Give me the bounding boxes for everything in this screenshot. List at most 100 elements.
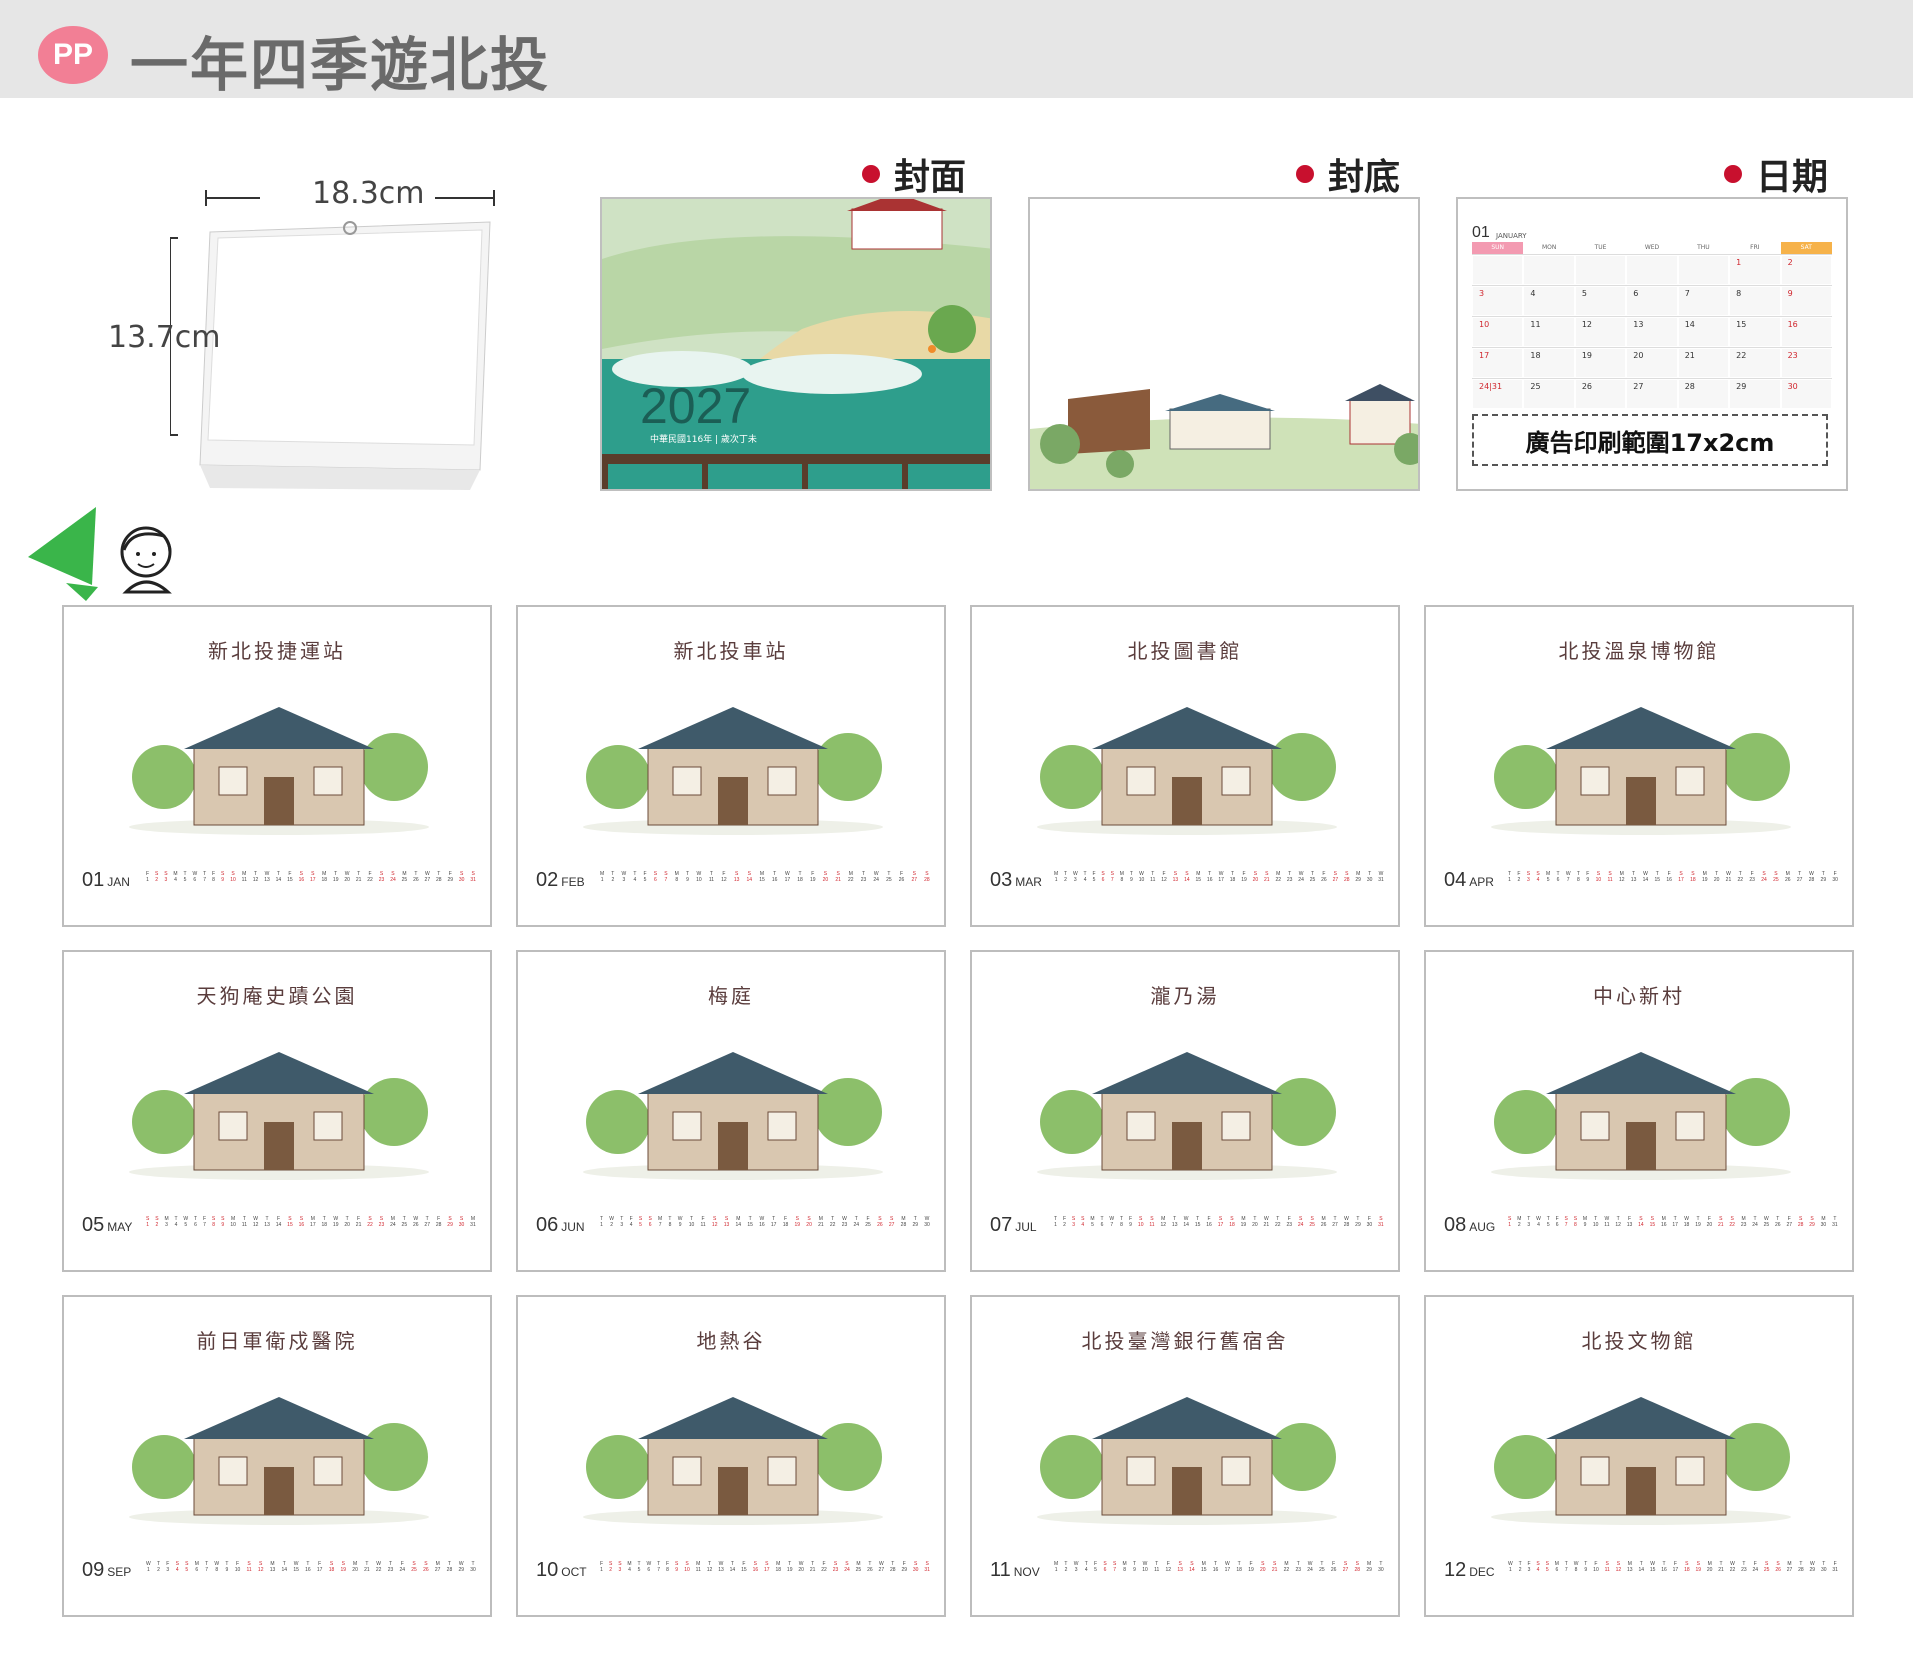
day-cell: F5 xyxy=(643,871,647,883)
day-cell: T 20 xyxy=(1252,1216,1258,1228)
month-landmark-title: 前日軍衛戍醫院 xyxy=(196,1329,358,1353)
month-card: 北投溫泉博物館 04 APR T 1 F 2 S 3 S 4 M 5 T 6 W 7 T 8 F 9 S 10 S 11 M 12 T… xyxy=(1424,605,1854,927)
day-cell: T 10 xyxy=(688,1216,695,1228)
day-cell: S 10 xyxy=(230,871,236,883)
day-cell: S 10 xyxy=(1137,1216,1144,1228)
building-illustration xyxy=(129,707,429,835)
day-cell: W 23 xyxy=(841,1216,848,1228)
day-cell: M 31 xyxy=(470,1216,476,1228)
day-cell: S9 xyxy=(220,871,225,883)
day-cell: S 25 xyxy=(1763,1561,1770,1573)
day-cell: T 23 xyxy=(860,871,867,883)
day-cell: W 12 xyxy=(252,1216,259,1228)
month-card: 前日軍衛戍醫院 09 SEP W 1 T 2 F 3 S 4 S 5 M 6 T 7 W 8 T 9 F 10 S 11 S 12 M… xyxy=(62,1295,492,1617)
day-cell: M 13 xyxy=(1627,1561,1633,1573)
day-cell: W 10 xyxy=(1138,871,1145,883)
cover-preview: 2027 中華民國116年 | 歲次丁未 xyxy=(600,197,992,491)
day-cell: T 21 xyxy=(809,1561,816,1573)
day-cell: S 26 xyxy=(423,1561,429,1573)
day-cell: W1 xyxy=(146,1561,151,1573)
month-number: 09 SEP xyxy=(82,1559,132,1581)
day-cell: S 29 xyxy=(1809,1216,1815,1228)
calendar-stand-illustration xyxy=(162,190,495,490)
month-day-strip: W 1 T 2 F 3 S 4 S 5 M 6 T 7 W 8 T 9 F 10 S 11 S 12 M 13 T 14 W 15 T 16 F… xyxy=(146,1561,476,1579)
weekday-wed: WED xyxy=(1644,244,1660,251)
day-cell: F 12 xyxy=(1165,1561,1172,1573)
day-cell: W 27 xyxy=(878,1561,885,1573)
day-cell: F4 xyxy=(629,1216,633,1228)
day-cell: T 14 xyxy=(281,1561,288,1573)
day-cell: M 24 xyxy=(390,1216,396,1228)
day-cell: M 12 xyxy=(1160,1216,1167,1228)
day-cell: W 14 xyxy=(1183,1216,1189,1228)
month-landmark-title: 北投溫泉博物館 xyxy=(1558,639,1720,663)
green-triangle-shape xyxy=(28,507,98,601)
month-card: 瀧乃湯 07 JUL T 1 F 2 S 3 S 4 M 5 T 6 W 7 T 8 F 9 S 10 S 11 M 12 T 13 W 1… xyxy=(970,950,1400,1272)
month-number: 12 DEC xyxy=(1444,1559,1495,1581)
month-day-strip: W 1 T 2 F 3 S 4 S 5 M 6 T 7 W 8 T 9 F 10 S 11 S 12 M 13 T 14 W 15 T 16 F… xyxy=(1508,1561,1838,1579)
day-cell: W 31 xyxy=(1378,871,1384,883)
day-cell: S7 xyxy=(1110,871,1114,883)
month-day-strip: S 1 S 2 M 3 T 4 W 5 T 6 F 7 S 8 S 9 M 10 T 11 W 12 T 13 F 14 S 15 S 16 M… xyxy=(146,1216,476,1234)
month-day-strip: F 1 S 2 S 3 M 4 T 5 W 6 T 7 F 8 S 9 S 10 M 11 T 12 W 13 T 14 F 15 S 16 S… xyxy=(600,1561,930,1579)
day-cell: S 22 xyxy=(1729,1216,1735,1228)
cover-year: 2027 xyxy=(640,378,752,434)
weekday-sun: SUN xyxy=(1472,242,1524,254)
day-cell: W6 xyxy=(192,871,198,883)
building-illustration xyxy=(1491,1397,1791,1525)
weekday-header: SUN MON TUE WED THU FRI SAT xyxy=(1472,242,1832,254)
day-cell: S 13 xyxy=(733,871,740,883)
day-cell: F 24 xyxy=(399,1561,406,1573)
day-cell: W 29 xyxy=(1809,1561,1816,1573)
month-day-strip: M 1 T 2 W 3 T 4 F 5 S 6 S 7 M 8 T 9 W 10 T 11 F 12 S 13 S 14 M 15 T 16 W… xyxy=(1054,1561,1384,1579)
day-cell: F 23 xyxy=(1749,871,1755,883)
day-cell: F 19 xyxy=(809,871,816,883)
building-illustration xyxy=(1037,1052,1337,1180)
day-cell: S 14 xyxy=(746,871,753,883)
day-cell: T9 xyxy=(685,871,690,883)
back-cover-preview xyxy=(1028,197,1420,491)
day-cell: W 18 xyxy=(1683,1216,1690,1228)
day-cell: F7 xyxy=(202,1216,207,1228)
day-cell: S4 xyxy=(175,1561,179,1573)
day-cell: F 11 xyxy=(700,1216,706,1228)
month-landmark-title: 天狗庵史蹟公園 xyxy=(196,984,358,1008)
day-cell: F2 xyxy=(1062,1216,1067,1228)
day-cell: S3 xyxy=(618,1561,622,1573)
day-cell: S 30 xyxy=(458,1216,465,1228)
month-card: 新北投車站 02 FEB M 1 T 2 W 3 T 4 F 5 S 6 S 7 M 8 T 9 W 10 T 11 F 12 S 13… xyxy=(516,605,946,927)
day-cell: T9 xyxy=(225,1561,229,1573)
day-cell: T5 xyxy=(183,871,187,883)
day-cell: S 10 xyxy=(1595,871,1602,883)
day-cell: W 14 xyxy=(1642,871,1649,883)
day-cell: F 23 xyxy=(1286,1216,1293,1228)
day-cell: T2 xyxy=(611,871,615,883)
day-cell: T 29 xyxy=(912,1216,919,1228)
day-cell: W 28 xyxy=(1343,1216,1350,1228)
day-cell: T 28 xyxy=(890,1561,896,1573)
day-cell: T8 xyxy=(1576,871,1580,883)
day-cell: T 27 xyxy=(424,1216,430,1228)
month-day-strip: T 1 F 2 S 3 S 4 M 5 T 6 W 7 T 8 F 9 S 10 S 11 M 12 T 13 W 14 T 15 F 16 S… xyxy=(1508,871,1838,889)
day-cell: F6 xyxy=(1555,1216,1559,1228)
day-cell: W6 xyxy=(646,1561,652,1573)
day-cell: F 26 xyxy=(1321,871,1327,883)
day-cell: T 23 xyxy=(1295,1561,1302,1573)
month-landmark-title: 中心新村 xyxy=(1593,984,1685,1008)
day-cell: T 14 xyxy=(729,1561,736,1573)
day-cell: S 28 xyxy=(1343,871,1350,883)
day-cell: T 21 xyxy=(355,871,362,883)
day-cell: S3 xyxy=(1071,1216,1076,1228)
day-cell: S 18 xyxy=(1684,1561,1690,1573)
red-dot-icon xyxy=(862,165,880,183)
day-cell: S 19 xyxy=(340,1561,347,1573)
day-cell: T 13 xyxy=(264,1216,270,1228)
week-row: 10 11 12 13 14 15 16 xyxy=(1472,316,1832,347)
day-cell: S5 xyxy=(638,1216,643,1228)
day-cell: T 31 xyxy=(1832,1216,1838,1228)
day-cell: T2 xyxy=(1064,1561,1068,1573)
day-cell: S7 xyxy=(1564,1216,1568,1228)
day-cell: F 29 xyxy=(901,1561,908,1573)
day-cell: M8 xyxy=(674,871,679,883)
day-cell: S 27 xyxy=(888,1216,895,1228)
